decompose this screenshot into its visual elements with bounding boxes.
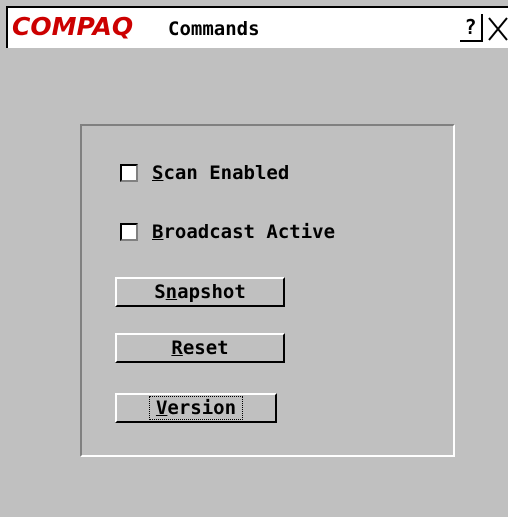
scan-enabled-label: Scan Enabled — [152, 162, 290, 184]
close-x-icon — [488, 17, 508, 41]
compaq-logo: COMPAQ — [12, 12, 134, 41]
broadcast-active-label: Broadcast Active — [152, 221, 336, 243]
reset-button[interactable]: Reset — [115, 333, 285, 363]
version-button-label: Version — [148, 396, 244, 420]
version-button[interactable]: Version — [115, 393, 277, 423]
broadcast-active-option[interactable]: Broadcast Active — [120, 220, 335, 244]
commands-window: COMPAQ Commands ? Scan Enabled Broadcast… — [0, 0, 508, 517]
help-button[interactable]: ? — [460, 14, 483, 42]
title-bar[interactable]: COMPAQ Commands ? — [6, 6, 508, 48]
broadcast-active-checkbox[interactable] — [120, 223, 138, 241]
snapshot-button[interactable]: Snapshot — [115, 277, 285, 307]
scan-enabled-checkbox[interactable] — [120, 164, 138, 182]
close-button[interactable] — [486, 14, 508, 42]
window-title: Commands — [168, 18, 260, 40]
scan-enabled-option[interactable]: Scan Enabled — [120, 161, 289, 185]
